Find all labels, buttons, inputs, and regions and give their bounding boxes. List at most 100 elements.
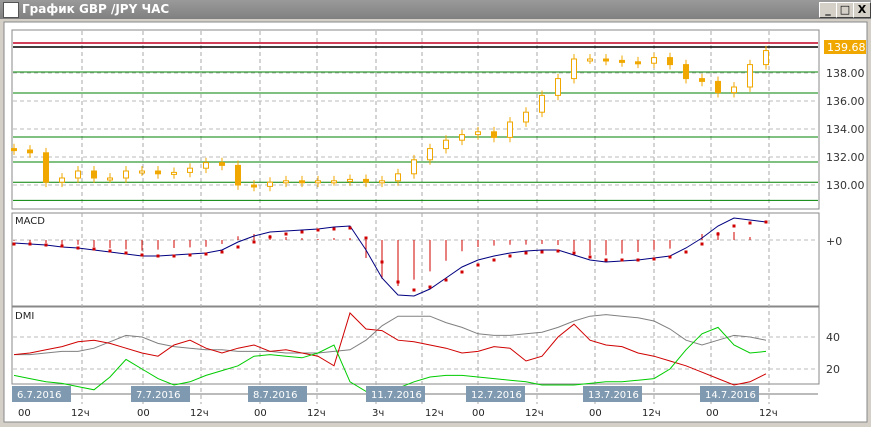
hour-label: 00 — [706, 408, 719, 419]
date-label: 13.7.2016 — [588, 390, 639, 401]
signal-dot — [524, 251, 528, 255]
candle-body — [699, 78, 705, 82]
candle-body — [763, 50, 769, 66]
hour-label: 00 — [589, 408, 602, 419]
signal-dot — [652, 257, 656, 261]
candle-body — [235, 164, 241, 186]
current-price: 139.68 — [827, 41, 866, 54]
signal-dot — [28, 242, 32, 246]
hour-label: 12ч — [71, 408, 90, 419]
candle-body — [91, 170, 97, 179]
hour-label: 12ч — [190, 408, 209, 419]
candle-body — [155, 170, 161, 175]
signal-dot — [620, 258, 624, 262]
signal-dot — [44, 243, 48, 247]
date-label: 12.7.2016 — [471, 390, 522, 401]
signal-dot — [668, 255, 672, 259]
signal-dot — [572, 251, 576, 255]
signal-dot — [124, 251, 128, 255]
candle-body — [683, 64, 689, 80]
candle-body — [75, 170, 81, 179]
signal-dot — [348, 226, 352, 230]
hour-label: 12ч — [642, 408, 661, 419]
signal-dot — [732, 224, 736, 228]
candle-body — [427, 148, 433, 161]
signal-dot — [444, 278, 448, 282]
candle-body — [59, 177, 65, 183]
price-axis-label: 130.00 — [826, 179, 865, 192]
signal-dot — [684, 250, 688, 254]
candle-body — [315, 180, 321, 184]
candle-body — [731, 86, 737, 94]
signal-dot — [332, 227, 336, 231]
hour-label: 12ч — [425, 408, 444, 419]
signal-dot — [396, 280, 400, 284]
signal-dot — [748, 221, 752, 225]
dmi-label: DMI — [15, 311, 34, 322]
hour-label: 12ч — [759, 408, 778, 419]
hour-label: 00 — [137, 408, 150, 419]
candle-body — [411, 159, 417, 175]
candle-body — [539, 94, 545, 113]
date-label: 6.7.2016 — [17, 390, 62, 401]
candle-body — [123, 170, 129, 179]
candle-body — [459, 134, 465, 141]
signal-dot — [236, 245, 240, 249]
price-axis-label: 138.00 — [826, 67, 865, 80]
candle-body — [107, 177, 113, 181]
chart-area[interactable]: 138.00 136.00 134.00 132.00 130.00 40 20 6.7.20… — [0, 0, 871, 427]
signal-dot — [284, 232, 288, 236]
signal-dot — [588, 255, 592, 259]
signal-dot — [476, 263, 480, 267]
candle-body — [603, 58, 609, 62]
candle-body — [267, 181, 273, 187]
candle-body — [475, 131, 481, 136]
signal-dot — [428, 285, 432, 289]
candle-body — [27, 149, 33, 154]
candle-body — [667, 57, 673, 66]
candle-body — [587, 58, 593, 62]
signal-dot — [92, 247, 96, 251]
candle-body — [347, 178, 353, 182]
hour-label: 00 — [472, 408, 485, 419]
candle-body — [251, 184, 257, 188]
signal-dot — [412, 288, 416, 292]
candle-body — [635, 61, 641, 65]
hour-label: 3ч — [372, 408, 384, 419]
date-label: 7.7.2016 — [136, 390, 181, 401]
candle-body — [555, 78, 561, 96]
candle-body — [491, 131, 497, 138]
candle-body — [571, 58, 577, 80]
signal-dot — [220, 250, 224, 254]
macd-label: MACD — [15, 216, 45, 227]
signal-dot — [508, 254, 512, 258]
price-axis-label: 136.00 — [826, 95, 865, 108]
signal-dot — [76, 246, 80, 250]
signal-dot — [604, 258, 608, 262]
date-label: 14.7.2016 — [705, 390, 756, 401]
signal-dot — [12, 242, 16, 246]
hour-label: 12ч — [307, 408, 326, 419]
candle-body — [299, 180, 305, 184]
candle-body — [507, 121, 513, 138]
signal-dot — [700, 242, 704, 246]
hour-label: 12ч — [525, 408, 544, 419]
signal-dot — [156, 254, 160, 258]
signal-dot — [172, 254, 176, 258]
signal-dot — [140, 253, 144, 257]
signal-dot — [204, 252, 208, 256]
dmi-axis-label: 20 — [826, 363, 840, 376]
macd-panel — [11, 212, 820, 307]
candle-body — [283, 180, 289, 184]
dmi-panel — [11, 306, 820, 385]
candle-body — [171, 171, 177, 175]
signal-dot — [60, 244, 64, 248]
signal-dot — [492, 258, 496, 262]
signal-dot — [764, 220, 768, 224]
price-axis-label: 134.00 — [826, 123, 865, 136]
candle-body — [715, 80, 721, 94]
signal-dot — [252, 240, 256, 244]
hour-label: 00 — [18, 408, 31, 419]
signal-dot — [316, 228, 320, 232]
candle-body — [619, 59, 625, 63]
